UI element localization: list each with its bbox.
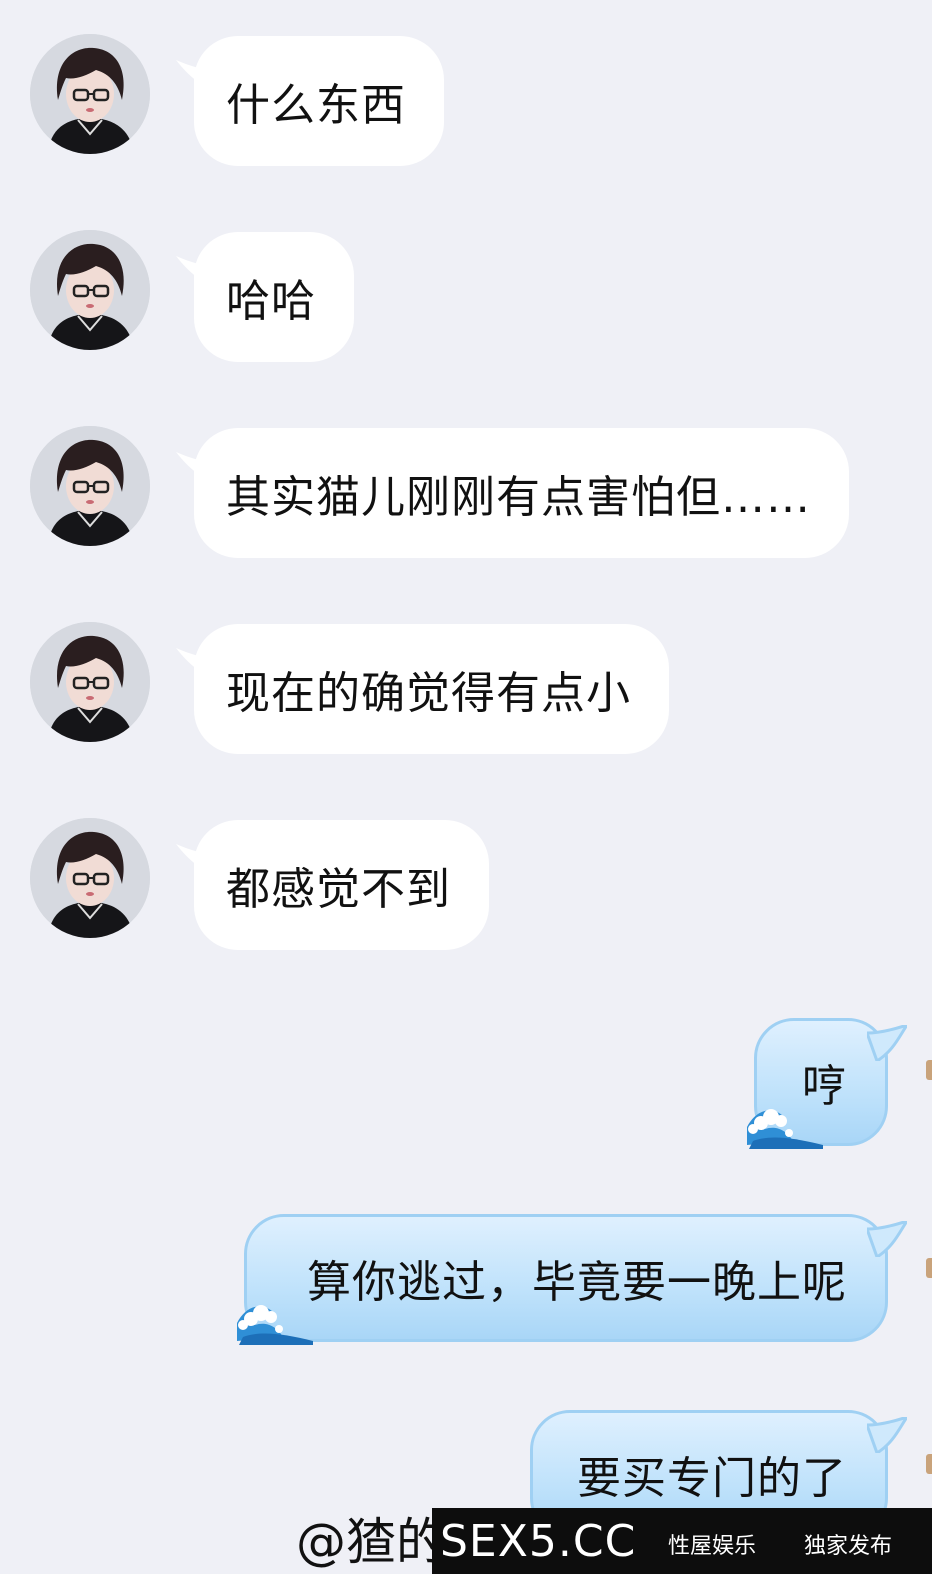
partial-avatar-edge — [926, 1258, 932, 1278]
message-row-incoming: 都感觉不到 — [0, 818, 932, 950]
message-text: 要买专门的了 — [577, 1453, 847, 1504]
partial-avatar-edge — [926, 1060, 932, 1080]
user-avatar[interactable] — [30, 426, 150, 546]
user-avatar[interactable] — [30, 34, 150, 154]
ad-tag-2: 独家发布 — [804, 1534, 893, 1559]
user-avatar[interactable] — [30, 230, 150, 350]
message-text: 都感觉不到 — [226, 864, 451, 915]
outgoing-bubble[interactable]: 哼 — [754, 1018, 888, 1146]
outgoing-bubble[interactable]: 算你逃过，毕竟要一晚上呢 — [244, 1214, 888, 1342]
user-avatar[interactable] — [30, 622, 150, 742]
message-text: 其实猫儿刚刚有点害怕但…… — [226, 472, 811, 523]
message-text: 现在的确觉得有点小 — [226, 668, 631, 719]
ad-brand: SEX5.CC — [440, 1515, 637, 1567]
bubble-tail-icon — [867, 1417, 907, 1453]
message-text: 哈哈 — [226, 276, 316, 327]
message-row-incoming: 什么东西 — [0, 34, 932, 166]
message-text: 什么东西 — [226, 80, 406, 131]
bubble-tail-icon — [176, 648, 216, 678]
bubble-tail-icon — [176, 256, 216, 286]
bubble-tail-icon — [176, 452, 216, 482]
incoming-bubble[interactable]: 其实猫儿刚刚有点害怕但…… — [194, 428, 849, 558]
bubble-tail-icon — [867, 1025, 907, 1061]
wave-icon — [743, 1097, 823, 1149]
bubble-tail-icon — [176, 60, 216, 90]
partial-avatar-edge — [926, 1454, 932, 1474]
user-avatar[interactable] — [30, 818, 150, 938]
message-text: 算你逃过，毕竟要一晚上呢 — [307, 1257, 847, 1308]
bubble-tail-icon — [176, 844, 216, 874]
ad-banner[interactable]: SEX5.CC 性屋娱乐 独家发布 — [432, 1508, 932, 1574]
watermark-handle: @猹的 — [296, 1513, 446, 1571]
message-row-incoming: 其实猫儿刚刚有点害怕但…… — [0, 426, 932, 558]
bubble-tail-icon — [867, 1221, 907, 1257]
incoming-bubble[interactable]: 哈哈 — [194, 232, 354, 362]
message-row-incoming: 哈哈 — [0, 230, 932, 362]
message-row-incoming: 现在的确觉得有点小 — [0, 622, 932, 754]
wave-icon — [233, 1293, 313, 1345]
incoming-bubble[interactable]: 都感觉不到 — [194, 820, 489, 950]
ad-tag-1: 性屋娱乐 — [668, 1534, 757, 1559]
incoming-bubble[interactable]: 什么东西 — [194, 36, 444, 166]
incoming-bubble[interactable]: 现在的确觉得有点小 — [194, 624, 669, 754]
